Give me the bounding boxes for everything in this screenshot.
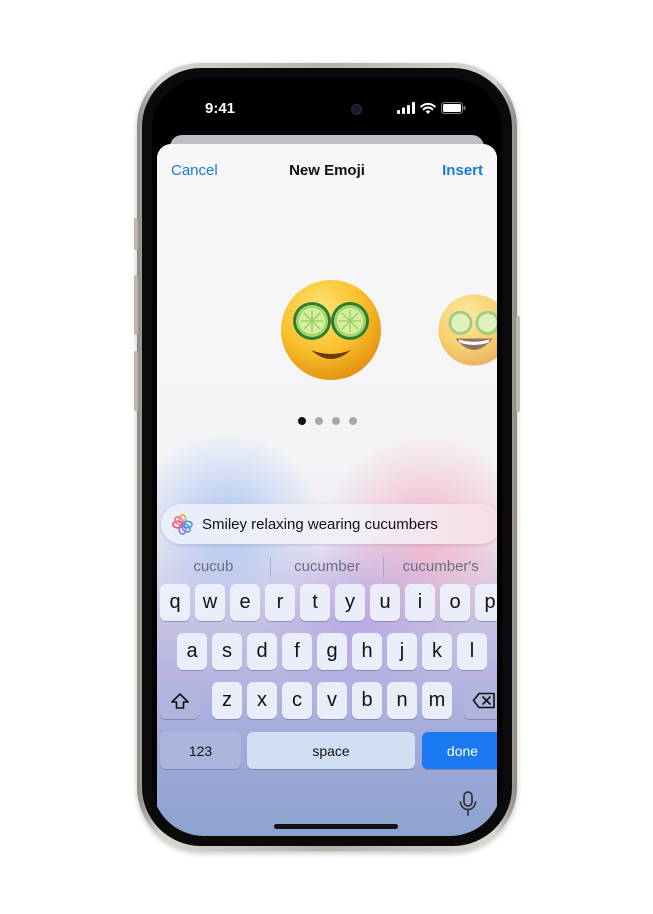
screen: 9:41 Cancel New Emoji Insert Smiley rela…	[152, 78, 502, 836]
key-a[interactable]: a	[177, 633, 207, 670]
key-h[interactable]: h	[352, 633, 382, 670]
iphone-device: 9:41 Cancel New Emoji Insert Smiley rela…	[134, 63, 520, 851]
new-emoji-sheet: Cancel New Emoji Insert Smiley relaxing …	[157, 144, 497, 836]
page-dot[interactable]	[314, 417, 323, 425]
shift-icon	[170, 692, 189, 709]
power-button	[516, 316, 520, 412]
key-j[interactable]: j	[387, 633, 417, 670]
key-x[interactable]: x	[247, 682, 277, 719]
bezel: 9:41 Cancel New Emoji Insert Smiley rela…	[142, 68, 512, 846]
wifi-icon	[420, 102, 436, 114]
key-d[interactable]: d	[247, 633, 277, 670]
autocorrect-bar: cucub cucumber cucumber's	[157, 556, 497, 578]
key-u[interactable]: u	[370, 584, 400, 621]
done-key[interactable]: done	[422, 732, 497, 769]
delete-key[interactable]	[464, 682, 497, 719]
camera-icon	[351, 104, 362, 115]
volume-up-button	[134, 275, 138, 335]
page-dot[interactable]	[348, 417, 357, 425]
suggestion-item[interactable]: cucumber's	[384, 556, 497, 578]
image-playground-icon	[172, 513, 193, 535]
key-z[interactable]: z	[212, 682, 242, 719]
key-n[interactable]: n	[387, 682, 417, 719]
key-t[interactable]: t	[300, 584, 330, 621]
suggestion-item[interactable]: cucumber	[271, 556, 384, 578]
generated-emoji[interactable]	[279, 278, 383, 382]
prompt-field[interactable]: Smiley relaxing wearing cucumbers	[161, 504, 497, 544]
volume-down-button	[134, 351, 138, 411]
key-k[interactable]: k	[422, 633, 452, 670]
status-time: 9:41	[205, 100, 236, 117]
key-s[interactable]: s	[212, 633, 242, 670]
key-b[interactable]: b	[352, 682, 382, 719]
microphone-icon[interactable]	[458, 790, 478, 818]
page-dot[interactable]	[297, 417, 306, 425]
key-r[interactable]: r	[265, 584, 295, 621]
key-m[interactable]: m	[422, 682, 452, 719]
cellular-signal-icon	[397, 102, 415, 114]
key-o[interactable]: o	[440, 584, 470, 621]
key-y[interactable]: y	[335, 584, 365, 621]
page-dot[interactable]	[331, 417, 340, 425]
battery-icon	[441, 102, 466, 114]
key-v[interactable]: v	[317, 682, 347, 719]
key-l[interactable]: l	[457, 633, 487, 670]
page-indicator[interactable]	[157, 417, 497, 425]
status-icons	[397, 102, 466, 114]
prompt-text: Smiley relaxing wearing cucumbers	[202, 515, 438, 533]
key-c[interactable]: c	[282, 682, 312, 719]
generated-emoji-alt[interactable]	[437, 293, 497, 367]
key-f[interactable]: f	[282, 633, 312, 670]
suggestion-item[interactable]: cucub	[157, 556, 270, 578]
insert-button[interactable]: Insert	[442, 162, 483, 179]
key-q[interactable]: q	[160, 584, 190, 621]
space-key[interactable]: space	[247, 732, 415, 769]
key-e[interactable]: e	[230, 584, 260, 621]
key-w[interactable]: w	[195, 584, 225, 621]
action-button	[134, 218, 138, 250]
key-p[interactable]: p	[475, 584, 497, 621]
dynamic-island	[280, 95, 384, 125]
delete-icon	[472, 692, 495, 709]
numbers-key[interactable]: 123	[160, 732, 241, 769]
key-g[interactable]: g	[317, 633, 347, 670]
shift-key[interactable]	[160, 682, 199, 719]
home-indicator	[274, 824, 398, 829]
key-i[interactable]: i	[405, 584, 435, 621]
